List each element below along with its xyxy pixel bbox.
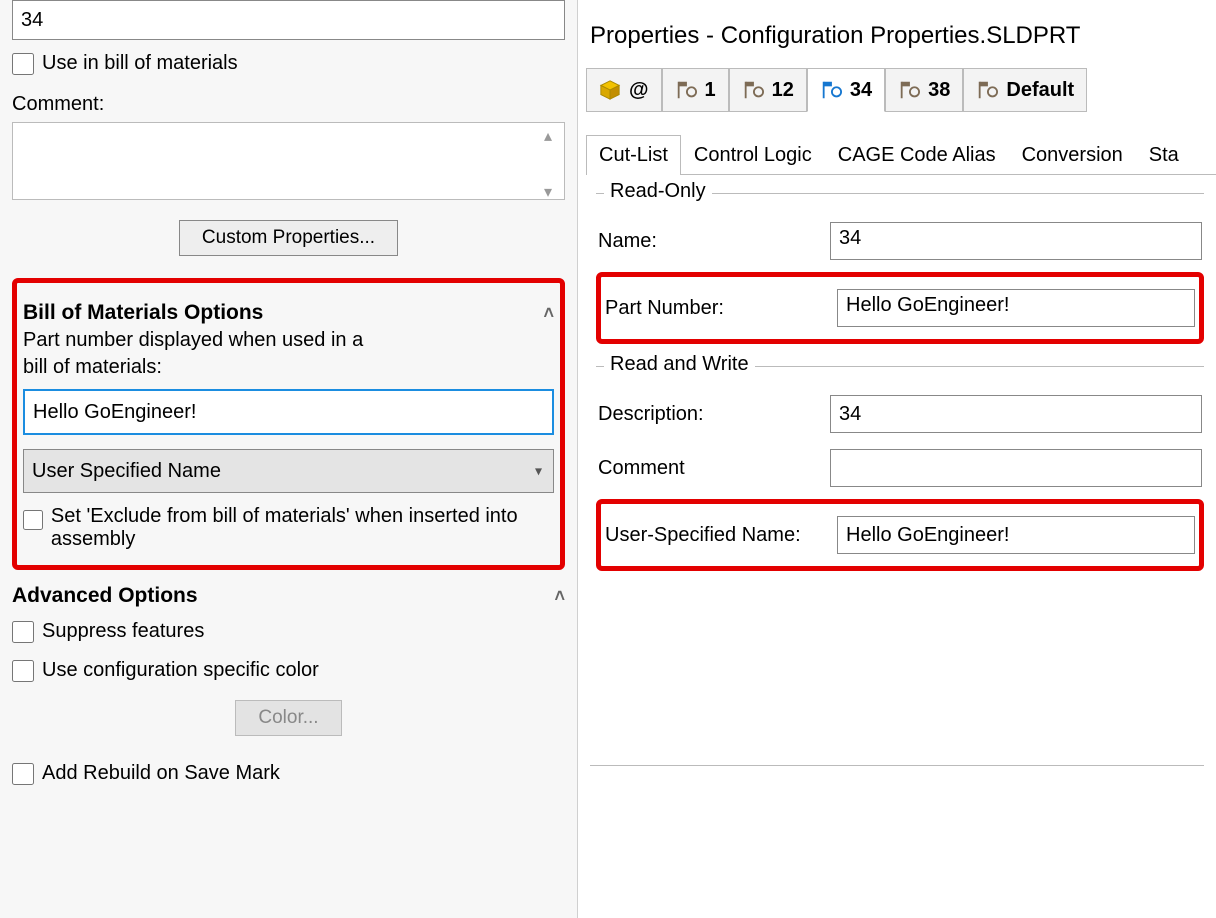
usn-highlight: User-Specified Name: [596, 499, 1204, 571]
usn-input[interactable] [837, 516, 1195, 554]
comment-textarea[interactable] [12, 122, 565, 200]
tab-cage-code-alias[interactable]: CAGE Code Alias [825, 135, 1009, 175]
config-color-checkbox[interactable] [12, 660, 34, 682]
left-property-panel: Use in bill of materials Comment: ▴ ▾ Cu… [0, 0, 578, 918]
properties-panel: Properties - Configuration Properties.SL… [578, 0, 1216, 918]
config-tab-@[interactable]: @ [586, 68, 662, 112]
comment-spin-down-icon[interactable]: ▾ [535, 182, 561, 202]
suppress-features-label: Suppress features [42, 620, 204, 643]
usn-label: User-Specified Name: [605, 524, 837, 547]
tab-cut-list[interactable]: Cut-List [586, 135, 681, 175]
config-tab-label: Default [1006, 79, 1074, 102]
readwrite-title: Read and Write [604, 353, 755, 376]
readonly-title: Read-Only [604, 180, 712, 203]
bom-desc-line1: Part number displayed when used in a [23, 329, 554, 352]
config-color-label: Use configuration specific color [42, 659, 319, 682]
config-tab-12[interactable]: 12 [729, 68, 807, 112]
description-label: Description: [598, 403, 830, 426]
use-in-bom-label: Use in bill of materials [42, 52, 238, 75]
readonly-group: Read-Only Name: 34 Part Number: Hello Go… [596, 193, 1204, 348]
config-tab-label: 1 [705, 79, 716, 102]
part-number-input[interactable] [23, 389, 554, 435]
config-tab-label: 12 [772, 79, 794, 102]
flag-icon [675, 79, 697, 101]
bom-desc-line2: bill of materials: [23, 356, 554, 379]
name-value: 34 [830, 222, 1202, 260]
collapse-icon[interactable]: ˄ [554, 586, 565, 607]
readwrite-group: Read and Write Description: Comment User… [596, 366, 1204, 575]
bom-options-title: Bill of Materials Options [23, 301, 263, 325]
bom-options-section: Bill of Materials Options ˄ Part number … [12, 278, 565, 570]
add-rebuild-checkbox[interactable] [12, 763, 34, 785]
config-tab-label: 34 [850, 79, 872, 102]
exclude-from-bom-label: Set 'Exclude from bill of materials' whe… [51, 505, 554, 551]
name-label: Name: [598, 230, 830, 253]
config-name-input[interactable] [12, 0, 565, 40]
config-tab-default[interactable]: Default [963, 68, 1087, 112]
config-tab-label: @ [629, 79, 649, 102]
cube-icon [599, 79, 621, 101]
config-tab-1[interactable]: 1 [662, 68, 729, 112]
flag-icon [898, 79, 920, 101]
tab-sta[interactable]: Sta [1136, 135, 1192, 175]
comment-spin-up-icon[interactable]: ▴ [535, 126, 561, 146]
suppress-features-checkbox[interactable] [12, 621, 34, 643]
config-tab-label: 38 [928, 79, 950, 102]
secondary-tabs: Cut-ListControl LogicCAGE Code AliasConv… [586, 134, 1216, 175]
use-in-bom-checkbox[interactable] [12, 53, 34, 75]
flag-icon [742, 79, 764, 101]
custom-properties-button[interactable]: Custom Properties... [179, 220, 398, 256]
collapse-icon[interactable]: ˄ [543, 303, 554, 324]
advanced-options-title: Advanced Options [12, 584, 198, 608]
config-tabs: @1 12 34 38 Default [586, 68, 1216, 112]
properties-title: Properties - Configuration Properties.SL… [578, 0, 1216, 68]
divider [590, 765, 1204, 766]
config-tab-34[interactable]: 34 [807, 68, 885, 112]
tab-control-logic[interactable]: Control Logic [681, 135, 825, 175]
partnumber-value: Hello GoEngineer! [837, 289, 1195, 327]
comment-label: Comment: [12, 93, 565, 116]
flag-icon [820, 79, 842, 101]
partnumber-highlight: Part Number: Hello GoEngineer! [596, 272, 1204, 344]
comment-input-right[interactable] [830, 449, 1202, 487]
add-rebuild-label: Add Rebuild on Save Mark [42, 762, 280, 785]
description-input[interactable] [830, 395, 1202, 433]
comment-label-right: Comment [598, 457, 830, 480]
tab-conversion[interactable]: Conversion [1009, 135, 1136, 175]
flag-icon [976, 79, 998, 101]
partnumber-label: Part Number: [605, 297, 837, 320]
exclude-from-bom-checkbox[interactable] [23, 509, 43, 531]
config-tab-38[interactable]: 38 [885, 68, 963, 112]
name-mode-select[interactable]: User Specified Name [23, 449, 554, 493]
color-button[interactable]: Color... [235, 700, 341, 736]
